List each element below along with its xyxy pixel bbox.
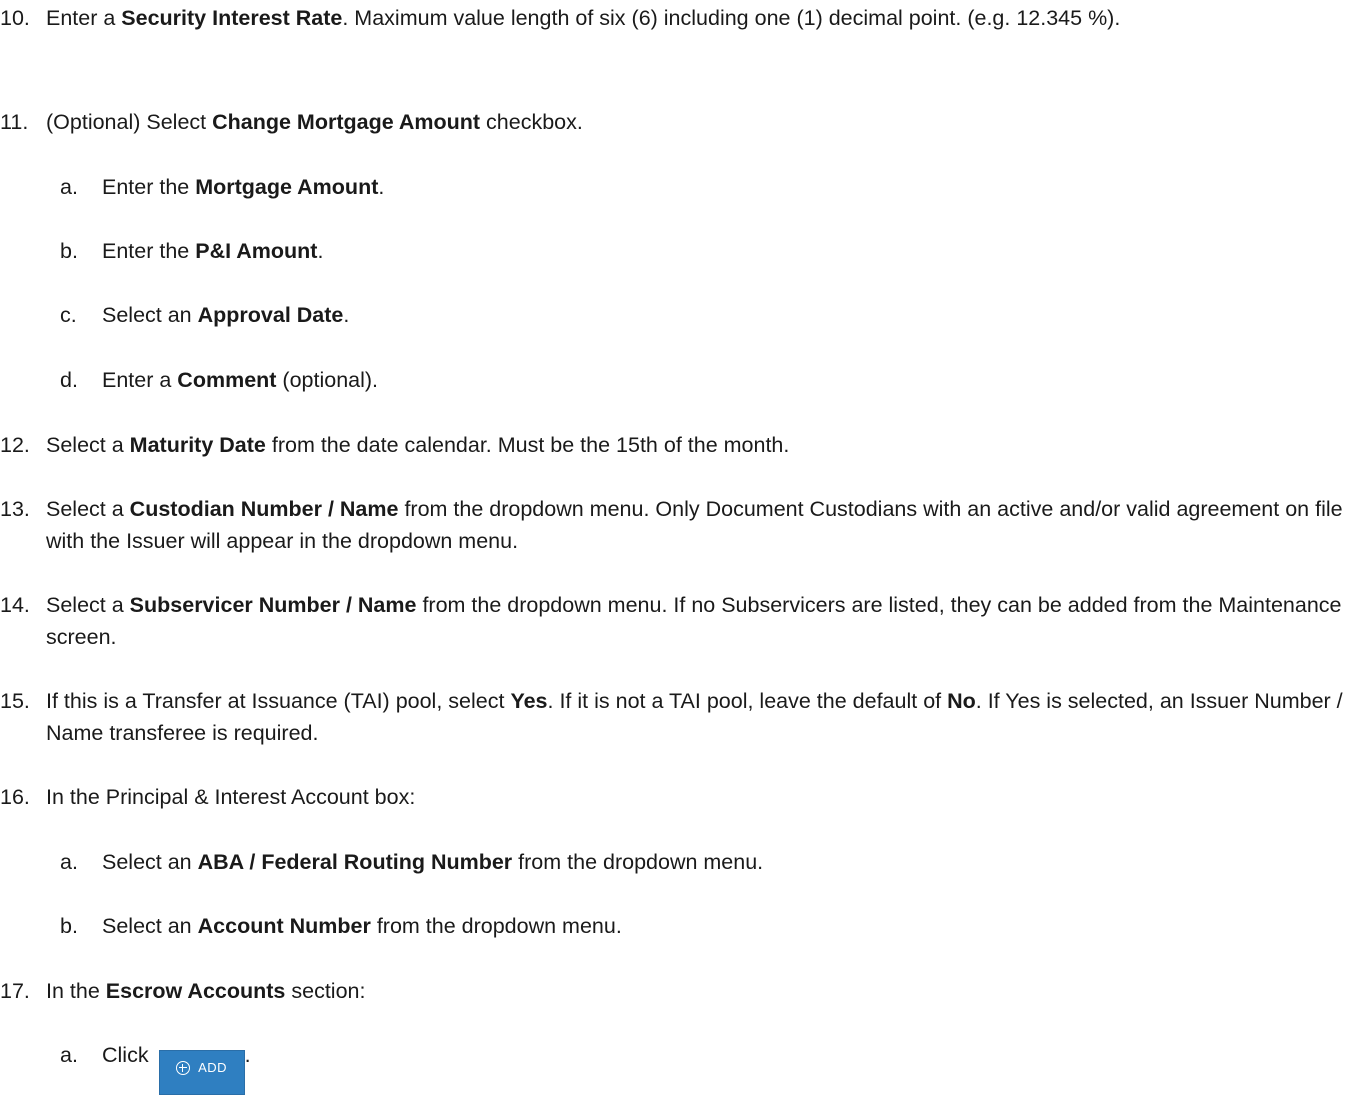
- substep-11d: d. Enter a Comment (optional).: [60, 364, 1340, 396]
- substep-17a: a. Click ADD.: [60, 1039, 1340, 1095]
- field-name: Custodian Number / Name: [129, 497, 399, 521]
- substep-text: Select an Approval Date.: [102, 303, 350, 327]
- step-text: Select a Custodian Number / Name from th…: [46, 497, 1343, 553]
- step-number: 13.: [0, 497, 30, 521]
- substep-letter: a.: [60, 175, 78, 199]
- step-10: 10. Enter a Security Interest Rate. Maxi…: [0, 2, 1354, 34]
- step-number: 11.: [0, 110, 29, 134]
- step-number: 17.: [0, 979, 30, 1003]
- step-number: 16.: [0, 785, 30, 809]
- step-number: 12.: [0, 433, 30, 457]
- substep-16b: b. Select an Account Number from the dro…: [60, 910, 1340, 942]
- step-17: 17. In the Escrow Accounts section:: [0, 975, 1354, 1007]
- option-yes: Yes: [510, 689, 548, 713]
- substep-letter: b.: [60, 239, 78, 263]
- substep-16a: a. Select an ABA / Federal Routing Numbe…: [60, 846, 1340, 878]
- field-name: ABA / Federal Routing Number: [197, 850, 513, 874]
- substep-letter: d.: [60, 368, 78, 392]
- step-11: 11. (Optional) Select Change Mortgage Am…: [0, 106, 1354, 138]
- substep-letter: a.: [60, 850, 78, 874]
- substep-letter: c.: [60, 303, 77, 327]
- step-12: 12. Select a Maturity Date from the date…: [0, 429, 1354, 461]
- substep-text: Enter a Comment (optional).: [102, 368, 379, 392]
- step-text: (Optional) Select Change Mortgage Amount…: [46, 110, 583, 134]
- section-name: Escrow Accounts: [105, 979, 286, 1003]
- substep-letter: a.: [60, 1043, 78, 1067]
- step-number: 15.: [0, 689, 30, 713]
- add-button[interactable]: ADD: [158, 1049, 245, 1095]
- substep-11c: c. Select an Approval Date.: [60, 299, 1340, 331]
- plus-circle-icon: [176, 1061, 191, 1075]
- field-name: Security Interest Rate: [121, 6, 343, 30]
- step-16: 16. In the Principal & Interest Account …: [0, 781, 1354, 813]
- field-name: Maturity Date: [129, 433, 266, 457]
- substep-letter: b.: [60, 914, 78, 938]
- substep-text: Select an ABA / Federal Routing Number f…: [102, 850, 764, 874]
- step-text: In the Escrow Accounts section:: [46, 979, 366, 1003]
- add-button-label: ADD: [198, 1060, 228, 1075]
- option-no: No: [947, 689, 976, 713]
- substep-text: Click ADD.: [102, 1039, 1340, 1095]
- field-name: P&I Amount: [195, 239, 318, 263]
- substep-text: Enter the Mortgage Amount.: [102, 175, 385, 199]
- substep-11b: b. Enter the P&I Amount.: [60, 235, 1340, 267]
- step-text: Select a Subservicer Number / Name from …: [46, 593, 1342, 649]
- step-text: If this is a Transfer at Issuance (TAI) …: [46, 689, 1343, 745]
- field-name: Approval Date: [197, 303, 344, 327]
- field-name: Comment: [177, 368, 277, 392]
- step-text: Enter a Security Interest Rate. Maximum …: [46, 6, 1121, 30]
- field-name: Mortgage Amount: [195, 175, 379, 199]
- substep-text: Enter the P&I Amount.: [102, 239, 324, 263]
- step-13: 13. Select a Custodian Number / Name fro…: [0, 493, 1354, 557]
- substep-11a: a. Enter the Mortgage Amount.: [60, 171, 1340, 203]
- field-name: Change Mortgage Amount: [212, 110, 481, 134]
- field-name: Account Number: [197, 914, 371, 938]
- step-15: 15. If this is a Transfer at Issuance (T…: [0, 685, 1354, 749]
- step-text: Select a Maturity Date from the date cal…: [46, 433, 790, 457]
- field-name: Subservicer Number / Name: [129, 593, 417, 617]
- step-14: 14. Select a Subservicer Number / Name f…: [0, 589, 1354, 653]
- step-number: 10.: [0, 6, 30, 30]
- step-number: 14.: [0, 593, 30, 617]
- substep-text: Select an Account Number from the dropdo…: [102, 914, 622, 938]
- step-text: In the Principal & Interest Account box:: [46, 785, 416, 809]
